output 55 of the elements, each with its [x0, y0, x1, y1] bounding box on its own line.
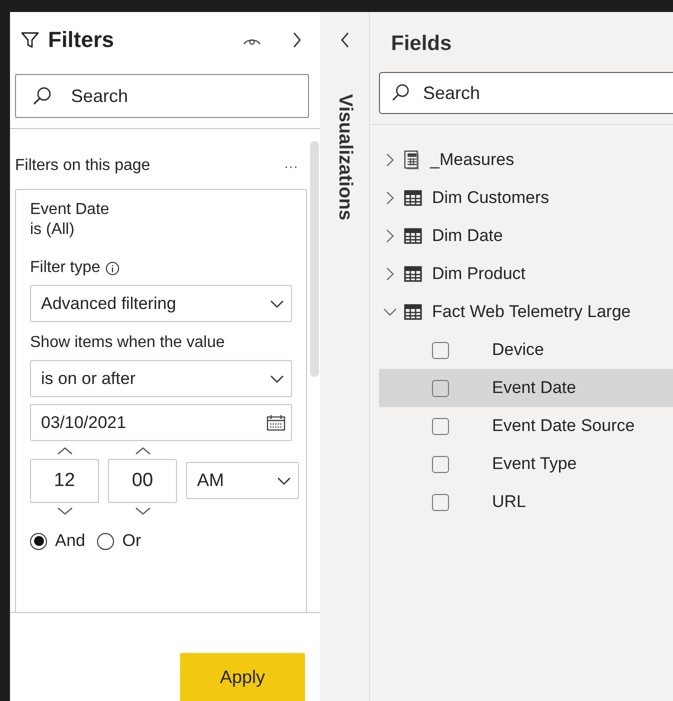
caret-icon — [277, 476, 291, 484]
minute-field[interactable]: 00 — [108, 459, 177, 503]
table-icon — [404, 266, 422, 282]
expand-icon[interactable] — [340, 32, 350, 48]
hour-field[interactable]: 12 — [30, 459, 99, 503]
condition-label: Show items when the value — [30, 334, 226, 352]
date-field[interactable]: 03/10/2021 — [30, 404, 292, 441]
caret-icon — [270, 374, 284, 382]
more-options[interactable]: ··· — [284, 158, 298, 174]
search-field[interactable]: Search — [379, 72, 673, 114]
pane-title: Filters — [48, 27, 116, 53]
field-item[interactable]: Event Date — [379, 369, 673, 407]
table-item[interactable]: Dim Product — [370, 255, 673, 293]
filter-type-dropdown[interactable]: Advanced filtering — [30, 285, 292, 322]
table-icon — [404, 190, 422, 206]
increment-icon[interactable] — [134, 447, 150, 455]
table-icon — [404, 304, 422, 320]
table-icon — [404, 228, 422, 244]
table-item[interactable]: Dim Customers — [370, 179, 673, 217]
table-item[interactable]: Dim Date — [370, 217, 673, 255]
visualizations-tab[interactable]: Visualizations — [334, 94, 356, 220]
checkbox[interactable] — [432, 342, 449, 358]
decrement-icon[interactable] — [56, 507, 72, 515]
checkbox[interactable] — [432, 494, 449, 510]
radio-button[interactable] — [30, 532, 47, 550]
field-item[interactable]: URL — [379, 483, 673, 521]
radio-label[interactable]: Or — [122, 531, 142, 551]
search-field[interactable]: Search — [15, 74, 309, 118]
table-item[interactable]: _Measures — [370, 141, 673, 179]
period-dropdown[interactable]: AM — [186, 462, 299, 499]
scrollbar[interactable] — [310, 141, 319, 377]
filter-summary: is (All) — [30, 220, 76, 240]
info-icon[interactable] — [105, 260, 120, 276]
table-item[interactable]: Fact Web Telemetry Large — [370, 293, 673, 331]
field-item[interactable]: Event Type — [379, 445, 673, 483]
radio-button[interactable] — [97, 532, 114, 550]
radio-label[interactable]: And — [55, 531, 86, 551]
apply-button[interactable]: Apply — [180, 653, 305, 701]
checkbox[interactable] — [432, 380, 449, 396]
collapse-icon[interactable] — [292, 32, 302, 48]
field-item[interactable]: Device — [379, 331, 673, 369]
field-item[interactable]: Event Date Source — [379, 407, 673, 445]
decrement-icon[interactable] — [134, 507, 150, 515]
condition-dropdown[interactable]: is on or after — [30, 360, 292, 397]
pane-title: Fields — [391, 32, 453, 56]
filter-type-label: Filter type — [30, 259, 100, 277]
checkbox[interactable] — [432, 418, 449, 434]
calculator-icon — [404, 150, 420, 170]
filter-field-name: Event Date — [30, 200, 110, 220]
increment-icon[interactable] — [56, 447, 72, 455]
filter-icon — [20, 30, 40, 50]
section-title: Filters on this page — [15, 157, 150, 175]
calendar-icon[interactable] — [266, 414, 286, 432]
checkbox[interactable] — [432, 456, 449, 472]
caret-icon — [270, 300, 284, 308]
